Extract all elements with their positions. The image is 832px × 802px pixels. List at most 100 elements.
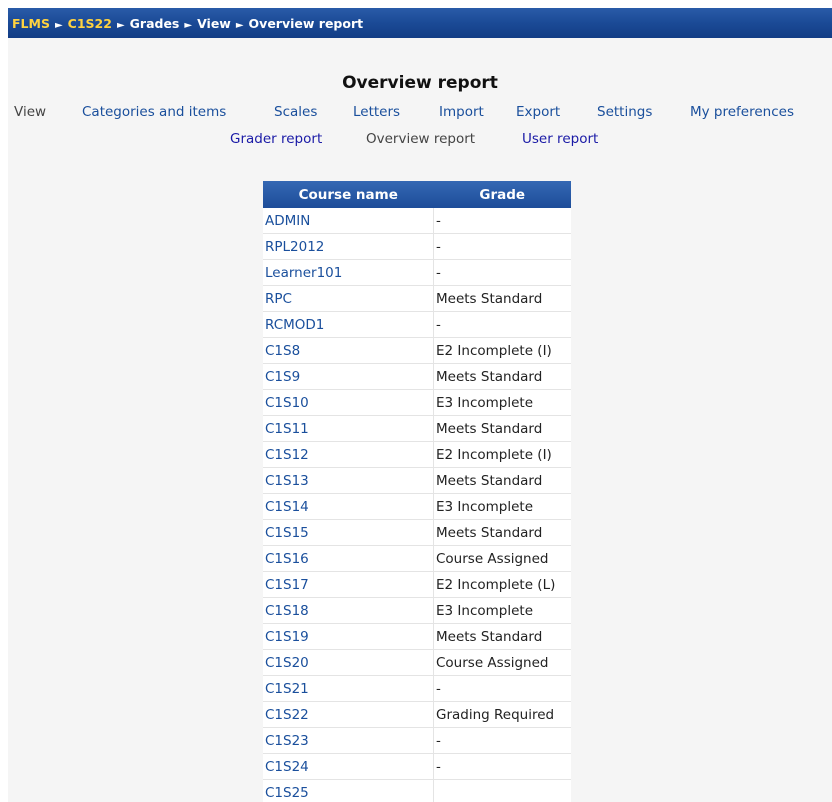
table-row: C1S13 Meets Standard xyxy=(263,467,571,494)
course-link[interactable]: ADMIN xyxy=(265,213,310,229)
course-link[interactable]: C1S20 xyxy=(265,655,309,671)
table-row: C1S23 - xyxy=(263,727,571,754)
course-link[interactable]: C1S12 xyxy=(265,447,309,463)
grade-cell: Meets Standard xyxy=(433,363,571,390)
grade-cell: Meets Standard xyxy=(433,519,571,546)
course-link[interactable]: RPC xyxy=(265,291,292,307)
table-row: C1S8 E2 Incomplete (I) xyxy=(263,337,571,364)
course-link[interactable]: RCMOD1 xyxy=(265,317,324,333)
breadcrumb-item-flms[interactable]: FLMS xyxy=(12,16,50,31)
tab-letters[interactable]: Letters xyxy=(353,104,400,120)
course-cell: C1S22 xyxy=(263,701,434,728)
course-cell: C1S21 xyxy=(263,675,434,702)
table-row: C1S17 E2 Incomplete (L) xyxy=(263,571,571,598)
course-cell: C1S18 xyxy=(263,597,434,624)
column-header-grade[interactable]: Grade xyxy=(433,181,571,208)
table-row: C1S19 Meets Standard xyxy=(263,623,571,650)
course-link[interactable]: C1S9 xyxy=(265,369,300,385)
course-cell: ADMIN xyxy=(263,208,434,234)
table-row: C1S25 xyxy=(263,779,571,802)
course-link[interactable]: C1S16 xyxy=(265,551,309,567)
tab-scales[interactable]: Scales xyxy=(274,104,317,120)
table-row: C1S15 Meets Standard xyxy=(263,519,571,546)
course-cell: C1S8 xyxy=(263,337,434,364)
course-cell: C1S11 xyxy=(263,415,434,442)
course-cell: C1S16 xyxy=(263,545,434,572)
grade-cell xyxy=(433,779,571,802)
course-link[interactable]: C1S17 xyxy=(265,577,309,593)
course-cell: C1S12 xyxy=(263,441,434,468)
course-link[interactable]: C1S19 xyxy=(265,629,309,645)
breadcrumb-separator-icon: ► xyxy=(235,19,244,31)
course-link[interactable]: C1S13 xyxy=(265,473,309,489)
grade-cell: E2 Incomplete (I) xyxy=(433,441,571,468)
breadcrumb-separator-icon: ► xyxy=(184,19,193,31)
grade-cell: - xyxy=(433,233,571,260)
course-link[interactable]: C1S11 xyxy=(265,421,309,437)
table-row: C1S16 Course Assigned xyxy=(263,545,571,572)
table-row: C1S10 E3 Incomplete xyxy=(263,389,571,416)
course-cell: RPC xyxy=(263,285,434,312)
breadcrumb-item-view: View xyxy=(197,15,231,31)
course-link[interactable]: Learner101 xyxy=(265,265,342,281)
tab-import[interactable]: Import xyxy=(439,104,484,120)
course-cell: RCMOD1 xyxy=(263,311,434,338)
grade-cell: E2 Incomplete (L) xyxy=(433,571,571,598)
course-link[interactable]: C1S25 xyxy=(265,785,309,801)
table-row: RCMOD1 - xyxy=(263,311,571,338)
course-link[interactable]: C1S8 xyxy=(265,343,300,359)
subtab-grader-report[interactable]: Grader report xyxy=(230,131,322,147)
course-cell: C1S19 xyxy=(263,623,434,650)
grade-cell: - xyxy=(433,753,571,780)
table-row: C1S18 E3 Incomplete xyxy=(263,597,571,624)
course-link[interactable]: C1S14 xyxy=(265,499,309,515)
grade-cell: - xyxy=(433,311,571,338)
grade-cell: E3 Incomplete xyxy=(433,597,571,624)
subtab-user-report[interactable]: User report xyxy=(522,131,598,147)
table-row: C1S24 - xyxy=(263,753,571,780)
grade-cell: - xyxy=(433,208,571,234)
course-cell: RPL2012 xyxy=(263,233,434,260)
table-row: C1S11 Meets Standard xyxy=(263,415,571,442)
breadcrumb-separator-icon: ► xyxy=(116,19,125,31)
course-cell: C1S14 xyxy=(263,493,434,520)
tab-export[interactable]: Export xyxy=(516,104,560,120)
navbar: FLMS ► C1S22 ► Grades ► View ► Overview report xyxy=(8,8,832,38)
breadcrumb-separator-icon: ► xyxy=(54,19,63,31)
course-link[interactable]: C1S21 xyxy=(265,681,309,697)
grade-cell: E3 Incomplete xyxy=(433,493,571,520)
tab-view[interactable]: View xyxy=(14,104,46,120)
breadcrumb-item-c1s22[interactable]: C1S22 xyxy=(68,16,112,31)
overview-table: Course name Grade ADMIN - RPL2012- Learner1… xyxy=(263,181,571,802)
table-row: C1S12 E2 Incomplete (I) xyxy=(263,441,571,468)
grade-cell: Meets Standard xyxy=(433,467,571,494)
tab-my-preferences[interactable]: My preferences xyxy=(690,104,794,120)
grade-cell: E3 Incomplete xyxy=(433,389,571,416)
breadcrumb-item-overview-report: Overview report xyxy=(248,15,364,31)
course-link[interactable]: C1S15 xyxy=(265,525,309,541)
table-row: C1S20 Course Assigned xyxy=(263,649,571,676)
course-cell: C1S10 xyxy=(263,389,434,416)
grade-cell: Meets Standard xyxy=(433,415,571,442)
course-cell: C1S13 xyxy=(263,467,434,494)
grade-cell: Course Assigned xyxy=(433,545,571,572)
course-link[interactable]: C1S18 xyxy=(265,603,309,619)
grade-cell: Meets Standard xyxy=(433,623,571,650)
table-row: Learner101 - xyxy=(263,259,571,286)
grade-cell: Course Assigned xyxy=(433,649,571,676)
course-link[interactable]: C1S22 xyxy=(265,707,309,723)
tab-settings[interactable]: Settings xyxy=(597,104,652,120)
course-link[interactable]: RPL2012 xyxy=(265,239,324,255)
course-link[interactable]: C1S24 xyxy=(265,759,309,775)
course-link[interactable]: C1S23 xyxy=(265,733,309,749)
grade-cell: Meets Standard xyxy=(433,285,571,312)
column-header-course-name[interactable]: Course name xyxy=(263,181,434,208)
subtab-overview-report[interactable]: Overview report xyxy=(366,131,475,147)
course-cell: C1S15 xyxy=(263,519,434,546)
grade-cell: - xyxy=(433,675,571,702)
table-row: RPL2012 - xyxy=(263,233,571,260)
grade-cell: Grading Required xyxy=(433,701,571,728)
tab-categories-and-items[interactable]: Categories and items xyxy=(82,104,226,120)
table-header-row: Course name Grade xyxy=(263,181,571,208)
course-link[interactable]: C1S10 xyxy=(265,395,309,411)
